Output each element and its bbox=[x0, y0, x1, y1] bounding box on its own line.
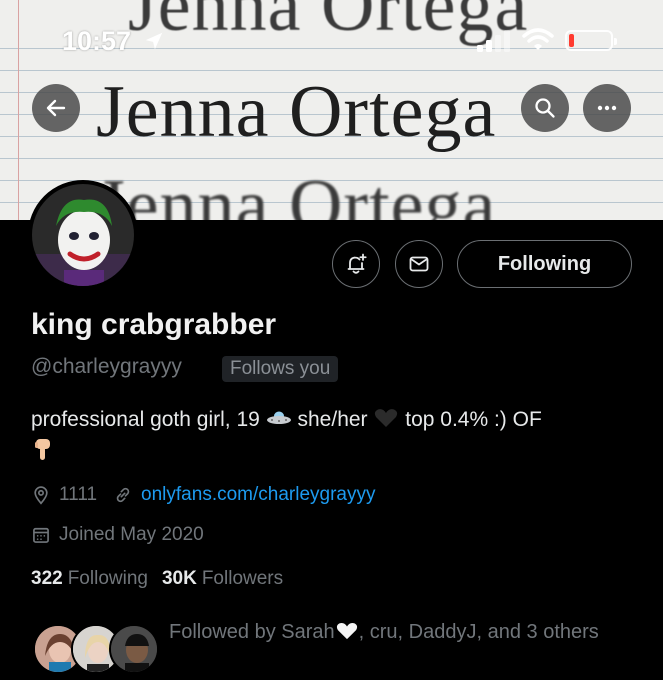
profile-bio: professional goth girl, 19 she/her top 0… bbox=[31, 404, 641, 469]
followed-by-text[interactable]: Followed by Sarah , cru, DaddyJ, and 3 ot… bbox=[169, 617, 609, 648]
arrow-left-icon bbox=[46, 99, 66, 117]
notifications-button[interactable] bbox=[332, 240, 380, 288]
link-icon bbox=[116, 487, 130, 503]
location-text: 1111 bbox=[59, 484, 98, 505]
calendar-icon bbox=[33, 527, 49, 543]
joined-date: Joined May 2020 bbox=[59, 524, 204, 545]
status-bar: 10:57 bbox=[0, 0, 663, 80]
location-arrow-icon bbox=[145, 32, 163, 50]
follows-you-badge: Follows you bbox=[222, 356, 339, 382]
followers-stat[interactable]: 30K Followers bbox=[162, 568, 283, 590]
profile-avatar[interactable] bbox=[28, 180, 138, 290]
bell-plus-icon bbox=[347, 253, 367, 274]
more-horizontal-icon bbox=[597, 105, 617, 111]
following-count: 322 bbox=[31, 568, 63, 589]
search-button[interactable] bbox=[521, 84, 569, 132]
location-pin-icon bbox=[34, 486, 48, 505]
avatar bbox=[109, 624, 159, 674]
bio-text: she/her bbox=[297, 408, 368, 431]
followed-by-avatars[interactable] bbox=[33, 624, 159, 674]
white-heart-emoji-icon bbox=[336, 622, 357, 640]
cellular-signal-icon bbox=[477, 30, 510, 52]
more-options-button[interactable] bbox=[583, 84, 631, 132]
banner-text-line: Jenna Ortega bbox=[96, 71, 497, 153]
back-button[interactable] bbox=[32, 84, 80, 132]
following-label: Following bbox=[67, 568, 148, 589]
black-heart-emoji-icon bbox=[375, 409, 398, 427]
banner-text-line: Jenna Ortega bbox=[96, 165, 497, 220]
followed-by-part: , cru, DaddyJ, and 3 others bbox=[358, 621, 599, 643]
follow-stats: 322 Following 30K Followers bbox=[31, 568, 283, 590]
battery-icon bbox=[565, 30, 617, 51]
followed-by-part: Followed by Sarah bbox=[169, 621, 335, 643]
followers-label: Followers bbox=[201, 568, 284, 589]
followers-count: 30K bbox=[161, 568, 197, 589]
wifi-icon bbox=[522, 28, 554, 50]
envelope-icon bbox=[409, 256, 429, 272]
search-icon bbox=[535, 98, 555, 118]
following-stat[interactable]: 322 Following bbox=[31, 568, 148, 590]
message-button[interactable] bbox=[395, 240, 443, 288]
ufo-emoji-icon bbox=[266, 411, 291, 424]
profile-meta-row: 1111 onlyfans.com/charleygrayyy bbox=[31, 484, 375, 506]
status-time: 10:57 bbox=[62, 26, 132, 56]
display-name: king crabgrabber bbox=[31, 308, 277, 341]
bio-text: top 0.4% :) OF bbox=[405, 408, 542, 431]
website-link[interactable]: onlyfans.com/charleygrayyy bbox=[141, 484, 375, 506]
profile-meta-row: Joined May 2020 bbox=[31, 524, 204, 546]
user-handle: @charleygrayyy bbox=[31, 355, 182, 378]
following-button[interactable]: Following bbox=[457, 240, 632, 288]
pointing-down-emoji-icon bbox=[35, 439, 50, 460]
avatar-image bbox=[32, 184, 134, 286]
bio-text: professional goth girl, 19 bbox=[31, 408, 260, 431]
